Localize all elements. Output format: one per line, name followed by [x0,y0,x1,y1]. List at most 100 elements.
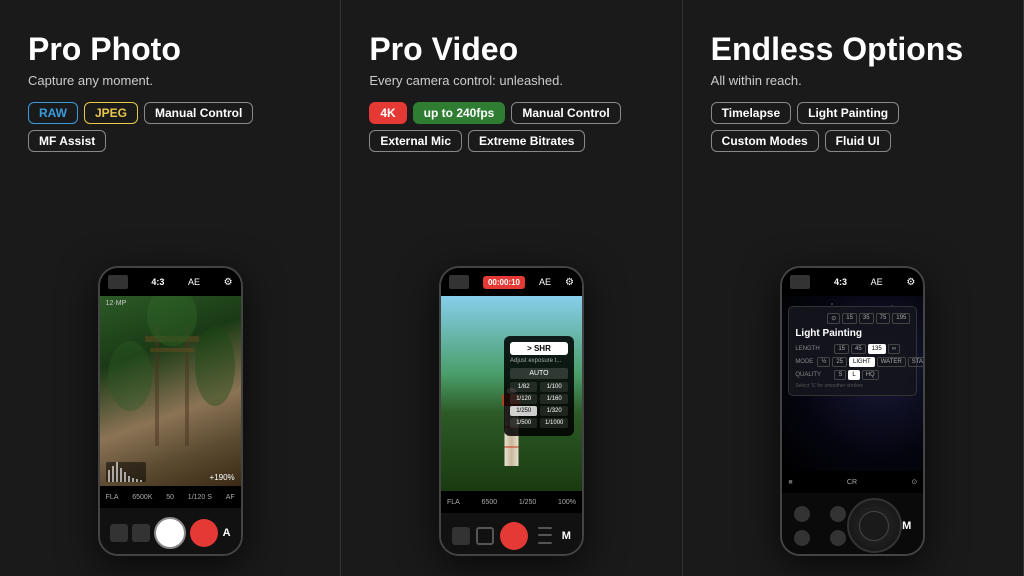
record-button-2[interactable] [500,522,528,550]
nav-icons [794,506,846,546]
filter-icon [132,524,150,542]
phone1-settings-bar: FLA 6500K 50 1/120 S AF [100,486,241,508]
length-opt-inf[interactable]: ∞ [888,344,900,354]
tag-timelapse[interactable]: Timelapse [711,102,791,124]
tag-240fps[interactable]: up to 240fps [413,102,506,124]
pro-video-tags: 4K up to 240fps Manual Control External … [369,102,653,152]
speed-value-2: 1/250 [519,499,537,506]
pro-video-panel: Pro Video Every camera control: unleashe… [341,0,682,576]
light-painting-title: Light Painting [795,328,910,339]
phone2-settings-bar: FLA 6500 1/250 100% [441,491,582,513]
exp-val-8[interactable]: 1/1000 [540,418,568,428]
phone2-camera-view: > SHR Adjust exposure t... AUTO 1/82 1/1… [441,296,582,491]
length-opt-15[interactable]: 15 [834,344,849,354]
lp-mode-row: MODE ½ 25 LIGHT WATER STAR BULB [795,357,910,367]
fla-label: FLA [106,494,119,501]
pro-photo-title: Pro Photo [28,32,312,67]
endless-options-title: Endless Options [711,32,995,67]
audio-line-1 [538,527,552,529]
exp-val-6[interactable]: 1/320 [540,406,568,416]
length-opt-135[interactable]: 135 [868,344,886,354]
phone1-camera-view: 12·MP [100,296,241,486]
mode-opt-half[interactable]: ½ [817,357,830,367]
shutter-button[interactable] [154,517,186,549]
mode-options: ½ 25 LIGHT WATER STAR BULB [817,357,923,367]
iso-value: 50 [166,494,174,501]
lp-tab-75[interactable]: 75 [876,313,891,324]
phone1: 4:3 AE ⚙ 12·MP [98,266,243,556]
shr-button[interactable]: > SHR [510,342,568,355]
endless-options-panel: Endless Options All within reach. Timela… [683,0,1024,576]
exposure-row-2: 1/120 1/160 [510,394,568,404]
mode-opt-25[interactable]: 25 [832,357,847,367]
auto-button[interactable]: AUTO [510,368,568,379]
nav-dot-bl [794,530,810,546]
exp-val-2[interactable]: 1/100 [540,382,568,392]
pro-photo-tags: RAW JPEG Manual Control MF Assist [28,102,312,152]
exposure-row-3: 1/250 1/320 [510,406,568,416]
tag-mf-assist[interactable]: MF Assist [28,130,106,152]
tag-custom-modes[interactable]: Custom Modes [711,130,819,152]
folder-icon [110,524,128,542]
phone3-storage: ■ [788,479,792,486]
zoom-indicator: +190% [210,473,235,482]
grid-icon-2 [449,275,469,289]
quality-opt-hq[interactable]: HQ [862,370,879,380]
phone3-settings-bar: ■ CR ⊙ [782,471,923,493]
phone2: 00:00:10 AE ⚙ > [439,266,584,556]
endless-options-subtitle: All within reach. [711,73,995,88]
tag-4k[interactable]: 4K [369,102,406,124]
folder-icon-2 [452,527,470,545]
tag-extreme-bitrates[interactable]: Extreme Bitrates [468,130,585,152]
exp-val-3[interactable]: 1/120 [510,394,538,404]
phone3-container: 4:3 AE ⚙ [711,166,995,556]
gear-icon-2: ⚙ [565,277,574,288]
quality-note: Select 'S' for smoother strokes [795,383,910,389]
quality-opt-l[interactable]: L [848,370,859,380]
histogram [106,462,146,482]
phone2-controls: M [441,513,582,554]
af-label: AF [226,494,235,501]
lp-tab-1[interactable]: ⊙ [827,313,840,324]
mode-opt-water[interactable]: WATER [877,357,906,367]
exp-val-1[interactable]: 1/82 [510,382,538,392]
exp-val-4[interactable]: 1/160 [540,394,568,404]
tag-external-mic[interactable]: External Mic [369,130,462,152]
phone3-cr: CR [847,479,857,486]
lp-tabs-row: ⊙ 15 35 75 195 [795,313,910,324]
tag-jpeg[interactable]: JPEG [84,102,138,124]
length-opt-45[interactable]: 45 [851,344,866,354]
lp-tab-195[interactable]: 195 [892,313,910,324]
audio-line-3 [538,542,552,544]
nav-row-1 [794,506,846,522]
lp-tab-15[interactable]: 15 [842,313,857,324]
exposure-row-4: 1/500 1/1000 [510,418,568,428]
m-label-2: M [562,530,571,542]
tag-manual-control[interactable]: Manual Control [144,102,253,124]
mode-icon [476,527,494,545]
grid-icon-3 [790,275,810,289]
iso-value-2: 6500 [482,499,498,506]
phone1-screen: 4:3 AE ⚙ 12·MP [100,268,241,554]
tag-light-painting[interactable]: Light Painting [797,102,899,124]
tag-fluid-ui[interactable]: Fluid UI [825,130,891,152]
nav-dot-tr [830,506,846,522]
pro-video-subtitle: Every camera control: unleashed. [369,73,653,88]
audio-icon [534,525,556,547]
exp-val-5[interactable]: 1/250 [510,406,538,416]
tag-raw[interactable]: RAW [28,102,78,124]
exp-val-7[interactable]: 1/500 [510,418,538,428]
exposure-row-1: 1/82 1/100 [510,382,568,392]
record-button[interactable] [190,519,218,547]
lp-tab-35[interactable]: 35 [859,313,874,324]
tag-video-manual[interactable]: Manual Control [511,102,620,124]
phone2-ae: AE [539,277,551,287]
quality-opt-s[interactable]: S [834,370,846,380]
pro-video-title: Pro Video [369,32,653,67]
mode-opt-light[interactable]: LIGHT [849,357,875,367]
dial-wheel[interactable] [847,498,902,553]
gear-icon-3: ⚙ [906,277,915,288]
mode-opt-star[interactable]: STAR [908,357,924,367]
pro-photo-panel: Pro Photo Capture any moment. RAW JPEG M… [0,0,341,576]
mode-label: MODE [795,359,813,365]
